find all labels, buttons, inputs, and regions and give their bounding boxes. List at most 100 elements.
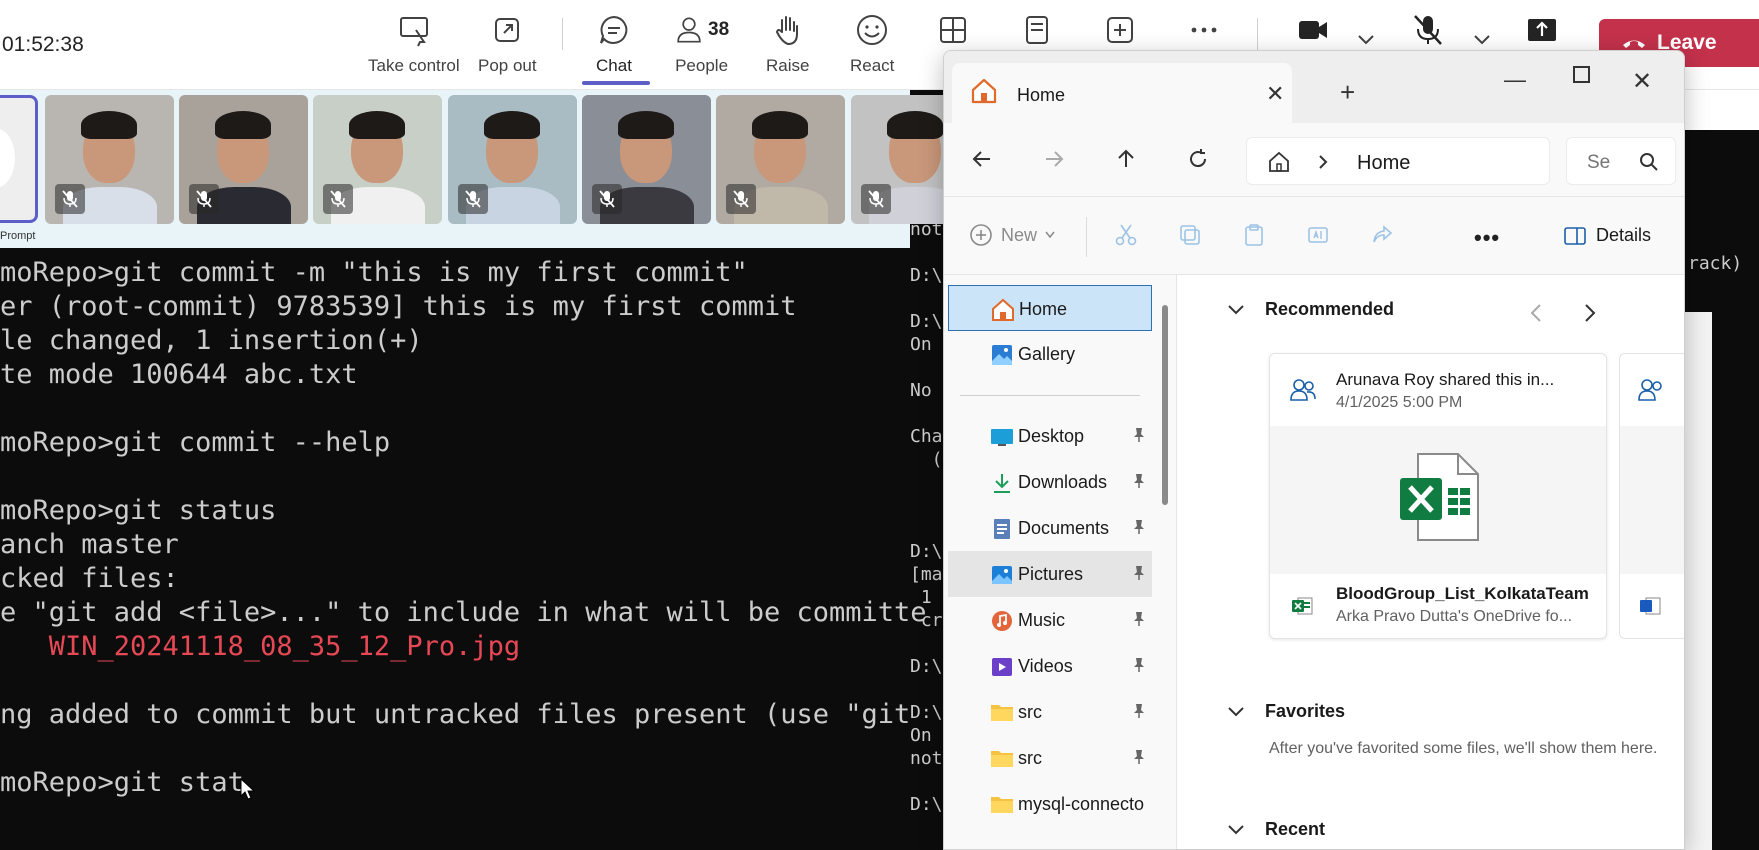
- pop-out-button[interactable]: Pop out: [478, 8, 537, 82]
- collapse-chevron-icon: [1228, 304, 1244, 314]
- home-icon: [971, 78, 997, 104]
- sidebar-item-videos[interactable]: Videos: [948, 643, 1152, 689]
- sidebar-item-src[interactable]: src: [948, 689, 1152, 735]
- participant-video-tile[interactable]: [582, 95, 711, 224]
- details-button[interactable]: Details: [1564, 225, 1651, 246]
- react-button[interactable]: React: [850, 8, 894, 82]
- view-icon: [940, 17, 966, 43]
- participant-video-tile[interactable]: [448, 95, 577, 224]
- terminal-line: le changed, 1 insertion(+): [0, 325, 423, 356]
- pop-out-icon: [495, 18, 520, 42]
- sidebar-item-documents[interactable]: Documents: [948, 505, 1152, 551]
- chat-button[interactable]: Chat: [596, 8, 632, 82]
- mic-muted-icon: [592, 184, 622, 214]
- sidebar-item-src[interactable]: src: [948, 735, 1152, 781]
- terminal2-line: D:\: [910, 656, 943, 677]
- participant-video-tile[interactable]: [45, 95, 174, 224]
- terminal2-line: D:\: [910, 541, 943, 562]
- recommended-file-card[interactable]: Arunava Roy shared this in... 4/1/2025 5…: [1269, 353, 1607, 639]
- toolbar-divider: [562, 18, 563, 50]
- take-control-icon: [399, 17, 428, 47]
- refresh-icon[interactable]: [1186, 147, 1210, 171]
- pin-icon[interactable]: [1132, 749, 1146, 770]
- share-screen-icon: [1528, 19, 1556, 41]
- take-control-button[interactable]: Take control: [368, 8, 460, 82]
- videos-icon: [990, 655, 1014, 684]
- minimize-icon[interactable]: —: [1504, 67, 1526, 93]
- sidebar-item-downloads[interactable]: Downloads: [948, 459, 1152, 505]
- next-arrow-icon[interactable]: [1583, 303, 1597, 323]
- participant-video-tile[interactable]: [179, 95, 308, 224]
- new-button[interactable]: New: [969, 223, 1055, 247]
- recommended-section-header[interactable]: Recommended: [1227, 299, 1394, 320]
- pin-icon[interactable]: [1132, 703, 1146, 724]
- terminal2-line: D:\: [910, 794, 943, 815]
- sidebar-item-gallery[interactable]: Gallery: [948, 331, 1152, 377]
- more-options-icon[interactable]: •••: [1474, 225, 1500, 251]
- explorer-tab-home[interactable]: Home ✕: [952, 63, 1292, 123]
- sidebar-item-music[interactable]: Music: [948, 597, 1152, 643]
- self-video-tile[interactable]: [0, 95, 38, 223]
- camera-options-chevron-icon[interactable]: [1357, 34, 1375, 46]
- cut-icon[interactable]: [1114, 223, 1138, 247]
- paste-icon[interactable]: [1242, 223, 1266, 247]
- terminal-line: moRepo>git stat: [0, 767, 244, 798]
- address-bar[interactable]: Home: [1246, 137, 1550, 185]
- share-icon[interactable]: [1370, 223, 1394, 247]
- music-icon: [990, 609, 1014, 638]
- sidebar-item-desktop[interactable]: Desktop: [948, 413, 1152, 459]
- up-arrow-icon[interactable]: [1114, 147, 1138, 171]
- pin-icon[interactable]: [1132, 611, 1146, 632]
- close-window-icon[interactable]: ✕: [1632, 67, 1652, 96]
- terminal2-line: On: [910, 334, 943, 355]
- file-thumbnail: [1270, 426, 1606, 574]
- sidebar-item-label: Home: [1019, 299, 1068, 319]
- home-icon: [991, 298, 1015, 327]
- raise-label: Raise: [766, 56, 810, 75]
- pin-icon[interactable]: [1132, 473, 1146, 494]
- new-tab-icon[interactable]: +: [1340, 77, 1355, 108]
- folder-icon: [990, 701, 1014, 728]
- maximize-icon[interactable]: [1572, 65, 1592, 85]
- previous-arrow-icon[interactable]: [1529, 303, 1543, 323]
- sidebar-item-pictures[interactable]: Pictures: [948, 551, 1152, 597]
- sidebar-scrollbar[interactable]: [1162, 305, 1168, 505]
- search-icon: [1640, 153, 1658, 171]
- pin-icon[interactable]: [1132, 657, 1146, 678]
- favorites-section-header[interactable]: Favorites: [1227, 701, 1345, 722]
- recommended-file-card-partial[interactable]: [1619, 353, 1684, 639]
- people-label: People: [675, 56, 729, 75]
- shared-by-text: Arunava Roy shared this in...: [1336, 370, 1555, 389]
- sidebar-item-home[interactable]: Home: [948, 285, 1152, 331]
- pin-icon[interactable]: [1132, 565, 1146, 586]
- mic-options-chevron-icon[interactable]: [1473, 34, 1491, 46]
- explorer-titlebar[interactable]: Home ✕ + — ✕: [944, 51, 1684, 123]
- copy-icon[interactable]: [1178, 223, 1202, 247]
- participant-video-tile[interactable]: [313, 95, 442, 224]
- pin-icon[interactable]: [1132, 427, 1146, 448]
- toolbar-divider: [1257, 18, 1258, 50]
- recent-section-header[interactable]: Recent: [1227, 819, 1325, 840]
- recommended-label: Recommended: [1265, 299, 1395, 319]
- close-tab-icon[interactable]: ✕: [1266, 81, 1284, 107]
- participant-video-tile[interactable]: [716, 95, 845, 224]
- people-count: 38: [708, 19, 730, 40]
- forward-arrow-icon[interactable]: [1042, 147, 1066, 171]
- chevron-down-icon: [1045, 231, 1055, 239]
- terminal-window[interactable]: moRepo>git commit -m "this is my first c…: [0, 248, 927, 850]
- sidebar-item-mysql-connecto[interactable]: mysql-connecto: [948, 781, 1152, 827]
- recent-label: Recent: [1265, 819, 1326, 839]
- raise-hand-button[interactable]: Raise: [766, 8, 809, 82]
- participant-video-strip: Prompt: [0, 90, 980, 248]
- terminal2-line: D:\: [910, 311, 943, 332]
- search-input[interactable]: Se: [1566, 137, 1676, 185]
- pin-icon[interactable]: [1132, 519, 1146, 540]
- rename-icon[interactable]: [1306, 223, 1330, 247]
- back-arrow-icon[interactable]: [970, 147, 994, 171]
- mic-muted-icon: [1414, 15, 1442, 45]
- collapse-chevron-icon: [1228, 706, 1244, 716]
- address-home-icon: [1269, 151, 1289, 172]
- terminal-line: moRepo>git status: [0, 495, 277, 526]
- people-button[interactable]: 38 People: [674, 8, 729, 82]
- add-icon: [1107, 17, 1133, 43]
